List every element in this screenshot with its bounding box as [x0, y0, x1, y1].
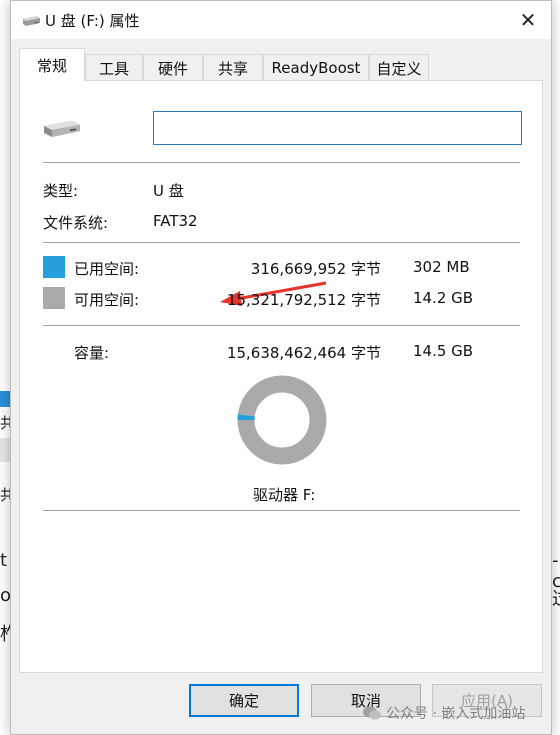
tab-tools[interactable]: 工具 [85, 54, 143, 81]
watermark: 公众号 · 嵌入式加油站 [362, 703, 525, 723]
type-label: 类型: [43, 182, 79, 200]
free-space-ring [237, 375, 327, 465]
watermark-text: 公众号 · 嵌入式加油站 [386, 706, 526, 722]
wechat-icon [363, 706, 381, 720]
window-title: U 盘 (F:) 属性 [45, 12, 140, 30]
capacity-label: 容量: [74, 344, 110, 362]
tab-sharing[interactable]: 共享 [203, 54, 263, 81]
capacity-size: 14.5 GB [413, 342, 474, 360]
free-space-label: 可用空间: [74, 291, 140, 309]
separator [43, 325, 520, 326]
tab-label: 共享 [217, 59, 248, 78]
tab-label: 自定义 [376, 59, 422, 78]
used-space-size: 302 MB [413, 258, 470, 276]
type-value: U 盘 [153, 182, 184, 200]
free-space-bytes: 15,321,792,512 字节 [226, 291, 381, 309]
used-space-swatch [43, 256, 65, 278]
title-bar: U 盘 (F:) 属性 ✕ [11, 1, 551, 39]
volume-label-input[interactable] [153, 111, 522, 145]
used-space-bytes: 316,669,952 字节 [250, 260, 381, 278]
separator [43, 162, 520, 163]
tab-label: ReadyBoost [271, 59, 361, 77]
properties-dialog: U 盘 (F:) 属性 ✕ 常规 工具 硬件 共享 ReadyBoost 自定义… [10, 0, 552, 735]
file-system-value: FAT32 [153, 212, 198, 230]
tab-label: 硬件 [157, 59, 188, 78]
tab-readyboost[interactable]: ReadyBoost [263, 54, 369, 81]
close-icon: ✕ [519, 8, 537, 32]
ok-button-label: 确定 [228, 692, 259, 710]
tab-general[interactable]: 常规 [19, 48, 85, 81]
background-text: t [0, 550, 8, 571]
capacity-bytes: 15,638,462,464 字节 [226, 344, 381, 362]
usb-drive-icon [23, 16, 40, 26]
usage-donut-chart [237, 375, 327, 465]
separator [43, 242, 520, 243]
file-system-label: 文件系统: [43, 214, 109, 232]
usb-drive-icon [44, 121, 80, 137]
background-row [0, 438, 10, 462]
free-space-swatch [43, 287, 65, 309]
close-button[interactable]: ✕ [511, 5, 545, 35]
tab-label: 常规 [36, 56, 67, 75]
drive-caption: 驱动器 F: [253, 486, 316, 504]
background-text: 过 [552, 585, 560, 611]
background-accent [0, 391, 10, 407]
tab-hardware[interactable]: 硬件 [143, 54, 203, 81]
free-space-size: 14.2 GB [413, 289, 474, 307]
ok-button[interactable]: 确定 [189, 684, 299, 717]
general-page: 类型: U 盘 文件系统: FAT32 已用空间: 316,669,952 字节… [19, 80, 543, 673]
tab-customize[interactable]: 自定义 [369, 54, 429, 81]
separator [43, 510, 520, 511]
tab-label: 工具 [98, 59, 129, 78]
used-space-label: 已用空间: [74, 260, 140, 278]
